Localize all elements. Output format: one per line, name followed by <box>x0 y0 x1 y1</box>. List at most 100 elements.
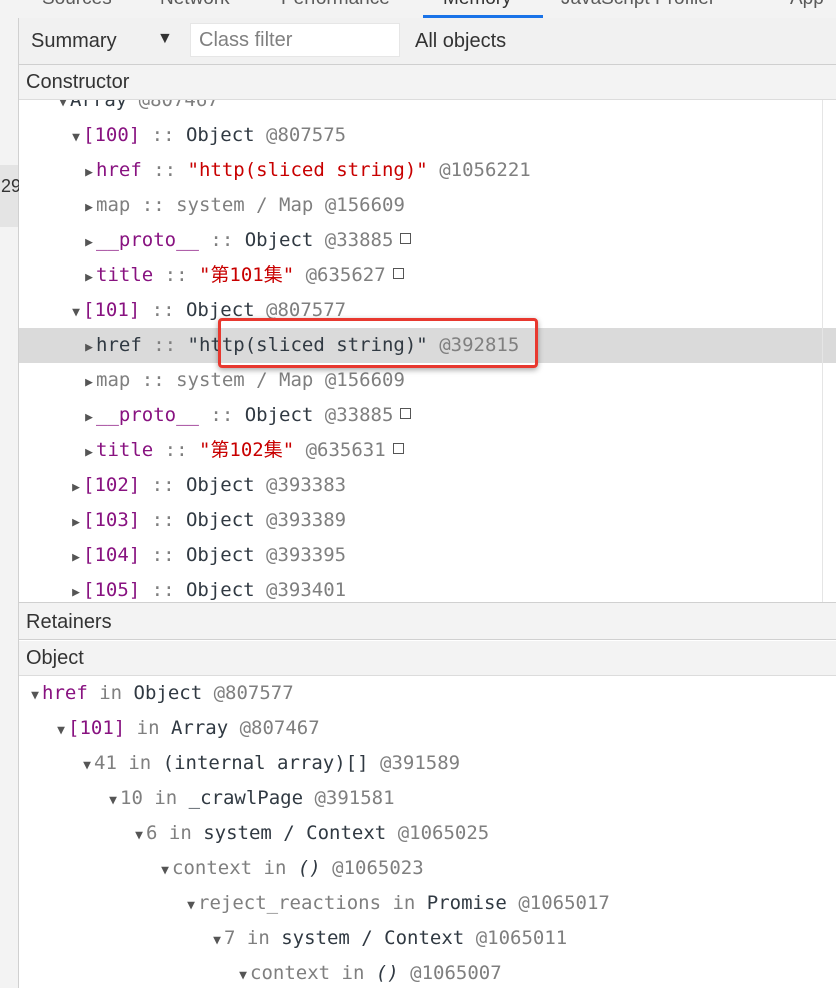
constructor-row[interactable]: ▶ title :: "第101集" @635627 <box>19 258 836 293</box>
node-separator: :: <box>140 124 186 146</box>
constructor-row[interactable]: ▶ [102] :: Object @393383 <box>19 468 836 503</box>
expanded-triangle-icon[interactable]: ▼ <box>106 783 120 818</box>
retainer-row[interactable]: ▼ context in () @1065007 <box>19 956 836 988</box>
objects-filter-select[interactable]: All objects <box>415 30 506 53</box>
retainer-row[interactable]: ▼ reject_reactions in Promise @1065017 <box>19 886 836 921</box>
expanded-triangle-icon[interactable]: ▼ <box>56 100 70 120</box>
node-id: @1065017 <box>506 892 610 914</box>
retainer-row[interactable]: ▼ [101] in Array @807467 <box>19 711 836 746</box>
retainer-row[interactable]: ▼ 6 in system / Context @1065025 <box>19 816 836 851</box>
reveal-square-icon[interactable] <box>392 443 404 454</box>
node-separator: :: <box>140 299 186 321</box>
node-id: @393401 <box>254 579 347 601</box>
node-name: 6 <box>146 822 158 844</box>
node-id: @1065025 <box>386 822 490 844</box>
collapsed-triangle-icon[interactable]: ▶ <box>82 260 96 295</box>
retainer-row[interactable]: ▼ 10 in _crawlPage @391581 <box>19 781 836 816</box>
node-separator: :: <box>141 159 188 181</box>
node-value: Object <box>185 579 255 601</box>
constructor-row[interactable]: ▶ map :: system / Map @156609 <box>19 363 836 398</box>
tab-javascript-profiler[interactable]: JavaScript Profiler <box>561 0 715 10</box>
constructor-scrollbar[interactable] <box>822 100 823 602</box>
node-name: href <box>42 682 88 704</box>
node-value: Object <box>185 544 255 566</box>
node-value: system / Map <box>176 194 314 216</box>
node-name: 41 <box>94 752 117 774</box>
collapsed-triangle-icon[interactable]: ▶ <box>69 470 83 505</box>
node-id: @393389 <box>254 509 347 531</box>
constructor-row[interactable]: ▼ [100] :: Object @807575 <box>19 118 836 153</box>
node-id: @1056221 <box>427 159 531 181</box>
constructor-row[interactable]: ▶ [103] :: Object @393389 <box>19 503 836 538</box>
expanded-triangle-icon[interactable]: ▼ <box>80 748 94 783</box>
node-separator: in <box>116 752 163 774</box>
collapsed-triangle-icon[interactable]: ▶ <box>69 540 83 575</box>
node-name: [101] <box>83 299 141 321</box>
retainer-row[interactable]: ▼ 41 in (internal array)[] @391589 <box>19 746 836 781</box>
node-value: Object <box>244 229 314 251</box>
node-id: @807577 <box>202 682 294 704</box>
reveal-square-icon[interactable] <box>400 408 412 419</box>
object-header-label: Object <box>26 647 84 669</box>
reveal-square-icon[interactable] <box>392 268 404 279</box>
tab-memory[interactable]: Memory <box>443 0 512 10</box>
node-separator: :: <box>140 544 186 566</box>
node-name: title <box>96 264 154 286</box>
constructor-row[interactable]: ▼ Array @807467 <box>19 100 836 118</box>
node-name: [100] <box>83 124 141 146</box>
collapsed-triangle-icon[interactable]: ▶ <box>82 225 96 260</box>
constructor-row[interactable]: ▶ [105] :: Object @393401 <box>19 573 836 602</box>
expanded-triangle-icon[interactable]: ▼ <box>210 923 224 958</box>
tab-performance[interactable]: Performance <box>281 0 390 10</box>
constructor-row[interactable]: ▶ href :: "http(sliced string)" @1056221 <box>19 153 836 188</box>
constructor-column-header[interactable]: Constructor <box>19 65 836 100</box>
dropdown-caret-icon[interactable]: ▼ <box>157 30 173 48</box>
node-separator: :: <box>140 579 186 601</box>
constructor-row[interactable]: ▶ __proto__ :: Object @33885 <box>19 398 836 433</box>
node-name: reject_reactions <box>198 892 382 914</box>
node-id: @391589 <box>368 752 461 774</box>
expanded-triangle-icon[interactable]: ▼ <box>236 958 250 988</box>
constructor-row[interactable]: ▶ title :: "第102集" @635631 <box>19 433 836 468</box>
collapsed-triangle-icon[interactable]: ▶ <box>82 365 96 400</box>
constructor-row[interactable]: ▶ map :: system / Map @156609 <box>19 188 836 223</box>
view-select[interactable]: Summary <box>31 30 117 53</box>
reveal-square-icon[interactable] <box>400 233 412 244</box>
node-id: @393395 <box>254 544 347 566</box>
retainer-row[interactable]: ▼ 7 in system / Context @1065011 <box>19 921 836 956</box>
collapsed-triangle-icon[interactable]: ▶ <box>82 330 96 365</box>
expanded-triangle-icon[interactable]: ▼ <box>69 295 83 330</box>
collapsed-triangle-icon[interactable]: ▶ <box>82 400 96 435</box>
class-filter-input[interactable] <box>190 23 400 57</box>
expanded-triangle-icon[interactable]: ▼ <box>54 713 68 748</box>
node-value: () <box>375 962 399 984</box>
retainers-header[interactable]: Retainers <box>19 602 836 640</box>
collapsed-triangle-icon[interactable]: ▶ <box>69 505 83 540</box>
node-value: system / Map <box>176 369 314 391</box>
expanded-triangle-icon[interactable]: ▼ <box>184 888 198 923</box>
expanded-triangle-icon[interactable]: ▼ <box>132 818 146 853</box>
node-id: @156609 <box>313 369 405 391</box>
node-name: title <box>96 439 154 461</box>
constructor-row[interactable]: ▶ __proto__ :: Object @33885 <box>19 223 836 258</box>
retainers-tree[interactable]: ▼ href in Object @807577 ▼ [101] in Array @… <box>19 676 836 988</box>
node-value: _crawlPage <box>188 787 304 809</box>
collapsed-triangle-icon[interactable]: ▶ <box>82 190 96 225</box>
heap-toolbar: Summary ▼ All objects <box>19 18 836 65</box>
expanded-triangle-icon[interactable]: ▼ <box>158 853 172 888</box>
tab-network[interactable]: Network <box>160 0 230 10</box>
tab-sources[interactable]: Sources <box>42 0 112 10</box>
expanded-triangle-icon[interactable]: ▼ <box>69 120 83 155</box>
node-name: 7 <box>224 927 236 949</box>
retainer-row[interactable]: ▼ context in () @1065023 <box>19 851 836 886</box>
collapsed-triangle-icon[interactable]: ▶ <box>82 435 96 470</box>
tab-application[interactable]: App <box>790 0 824 10</box>
retainer-row[interactable]: ▼ href in Object @807577 <box>19 676 836 711</box>
node-separator: :: <box>141 334 188 356</box>
collapsed-triangle-icon[interactable]: ▶ <box>82 155 96 190</box>
object-column-header[interactable]: Object <box>19 641 836 676</box>
expanded-triangle-icon[interactable]: ▼ <box>28 678 42 713</box>
collapsed-triangle-icon[interactable]: ▶ <box>69 575 83 602</box>
constructor-row[interactable]: ▶ [104] :: Object @393395 <box>19 538 836 573</box>
node-separator: :: <box>140 474 186 496</box>
